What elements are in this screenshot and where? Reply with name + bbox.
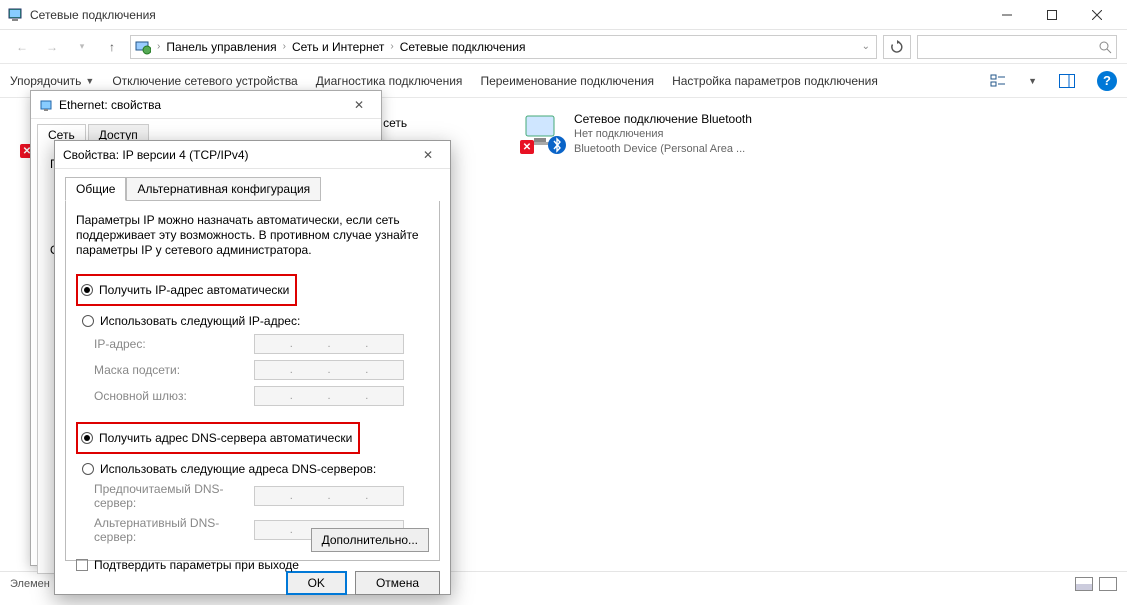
rename-connection-button[interactable]: Переименование подключения	[480, 74, 654, 88]
bt-device: Bluetooth Device (Personal Area ...	[574, 142, 752, 157]
mask-input: ...	[254, 360, 404, 380]
diagnose-connection-button[interactable]: Диагностика подключения	[316, 74, 463, 88]
radio-auto-dns[interactable]: Получить адрес DNS-сервера автоматически	[81, 431, 352, 445]
disable-device-button[interactable]: Отключение сетевого устройства	[112, 74, 297, 88]
highlight-auto-ip: Получить IP-адрес автоматически	[76, 274, 297, 306]
dlg1-close-button[interactable]: ✕	[345, 92, 373, 118]
dlg2-title: Свойства: IP версии 4 (TCP/IPv4)	[63, 148, 414, 162]
field-subnet-mask: Маска подсети: ...	[94, 360, 429, 380]
tab-alt-config[interactable]: Альтернативная конфигурация	[126, 177, 321, 201]
crumb-control-panel[interactable]: Панель управления	[166, 40, 276, 54]
view-options-button[interactable]	[986, 69, 1010, 93]
app-icon	[8, 7, 24, 23]
radio-auto-ip[interactable]: Получить IP-адрес автоматически	[81, 283, 289, 297]
field-ip-address: IP-адрес: ...	[94, 334, 429, 354]
connection-settings-button[interactable]: Настройка параметров подключения	[672, 74, 878, 88]
crumb-network-connections[interactable]: Сетевые подключения	[400, 40, 526, 54]
checkbox-icon	[76, 559, 88, 571]
connection-item-bluetooth[interactable]: ✕ Сетевое подключение Bluetooth Нет подк…	[524, 112, 752, 157]
field-dns1: Предпочитаемый DNS-сервер: ...	[94, 482, 429, 510]
advanced-button[interactable]: Дополнительно...	[311, 528, 429, 552]
search-input[interactable]	[917, 35, 1117, 59]
help-button[interactable]: ?	[1097, 71, 1117, 91]
gateway-input: ...	[254, 386, 404, 406]
status-elements-count: Элемен	[10, 578, 50, 590]
dlg1-title: Ethernet: свойства	[59, 98, 345, 112]
ethernet-icon	[39, 98, 53, 112]
ip-input: ...	[254, 334, 404, 354]
close-button[interactable]	[1074, 0, 1119, 29]
radio-icon	[82, 463, 94, 475]
chevron-right-icon[interactable]: ›	[388, 41, 395, 52]
chevron-right-icon[interactable]: ›	[281, 41, 288, 52]
radio-icon	[81, 432, 93, 444]
dlg2-description: Параметры IP можно назначать автоматичес…	[76, 213, 429, 258]
dlg2-close-button[interactable]: ✕	[414, 142, 442, 168]
location-icon	[135, 39, 151, 55]
cancel-button[interactable]: Отмена	[355, 571, 440, 595]
dlg2-body: Параметры IP можно назначать автоматичес…	[65, 201, 440, 561]
radio-icon	[82, 315, 94, 327]
view-dropdown-icon[interactable]: ▼	[1028, 76, 1037, 86]
window-titlebar: Сетевые подключения	[0, 0, 1127, 30]
ok-button[interactable]: OK	[286, 571, 347, 595]
radio-static-ip[interactable]: Использовать следующий IP-адрес:	[82, 314, 429, 328]
chevron-right-icon[interactable]: ›	[155, 41, 162, 52]
maximize-button[interactable]	[1029, 0, 1074, 29]
dlg1-titlebar[interactable]: Ethernet: свойства ✕	[31, 91, 381, 119]
search-icon	[1098, 40, 1112, 54]
address-dropdown-icon[interactable]: ⌄	[860, 41, 872, 52]
radio-icon	[81, 284, 93, 296]
window-title: Сетевые подключения	[30, 8, 984, 22]
breadcrumb-bar[interactable]: › Панель управления › Сеть и Интернет › …	[130, 35, 877, 59]
tiles-view-button[interactable]	[1099, 577, 1117, 591]
address-bar: ← → ▾ ↑ › Панель управления › Сеть и Инт…	[0, 30, 1127, 64]
forward-button[interactable]: →	[40, 35, 64, 59]
refresh-button[interactable]	[883, 35, 911, 59]
bt-name: Сетевое подключение Bluetooth	[574, 112, 752, 127]
checkbox-validate-on-exit[interactable]: Подтвердить параметры при выходе	[76, 558, 429, 572]
dns1-input: ...	[254, 486, 404, 506]
bluetooth-icon	[548, 136, 566, 154]
organize-menu[interactable]: Упорядочить▼	[10, 74, 94, 88]
highlight-auto-dns: Получить адрес DNS-сервера автоматически	[76, 422, 360, 454]
bluetooth-connection-icon: ✕	[524, 112, 564, 152]
preview-pane-button[interactable]	[1055, 69, 1079, 93]
field-gateway: Основной шлюз: ...	[94, 386, 429, 406]
up-button[interactable]: ↑	[100, 35, 124, 59]
back-button[interactable]: ←	[10, 35, 34, 59]
bt-status: Нет подключения	[574, 127, 752, 142]
crumb-network-internet[interactable]: Сеть и Интернет	[292, 40, 384, 54]
dlg2-titlebar[interactable]: Свойства: IP версии 4 (TCP/IPv4) ✕	[55, 141, 450, 169]
radio-static-dns[interactable]: Использовать следующие адреса DNS-сервер…	[82, 462, 429, 476]
recent-locations-button[interactable]: ▾	[70, 35, 94, 59]
ipv4-properties-dialog: Свойства: IP версии 4 (TCP/IPv4) ✕ Общие…	[54, 140, 451, 595]
details-view-button[interactable]	[1075, 577, 1093, 591]
minimize-button[interactable]	[984, 0, 1029, 29]
tab-general[interactable]: Общие	[65, 177, 126, 201]
